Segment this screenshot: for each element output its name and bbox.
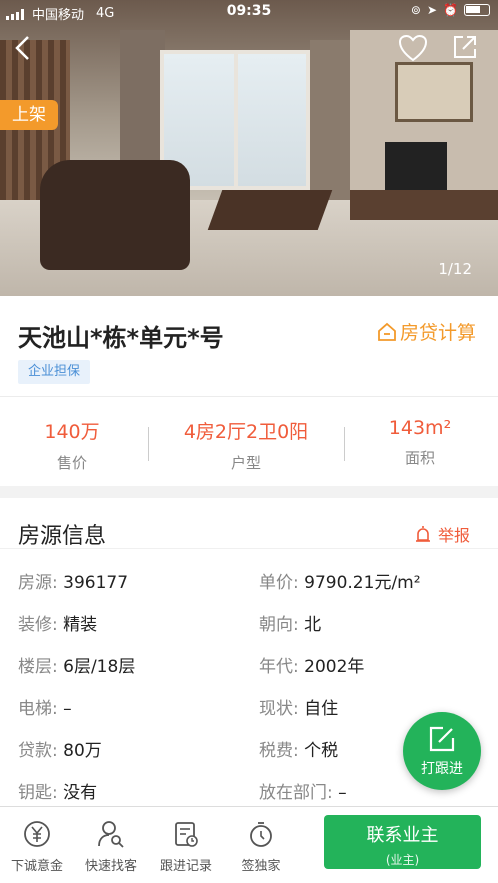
wall-painting [395,62,473,122]
info-key: 钥匙: [18,783,58,803]
info-value: 个税 [304,741,339,761]
title-card: 天池山*栋*单元*号 房贷计算 企业担保 [0,296,498,396]
info-value: 北 [304,615,322,635]
info-row-year: 年代: 2002年 [259,652,364,677]
info-row-orientation: 朝向: 北 [259,610,321,635]
stat-value: 143m² [388,417,452,439]
info-row-key: 钥匙: 没有 [18,778,97,803]
divider [148,427,149,461]
info-row-department: 放在部门: – [259,778,347,803]
info-value: 2002年 [304,657,365,677]
info-key: 房源: [18,573,58,593]
heart-icon[interactable] [398,34,428,62]
sofa [40,160,190,270]
curtain-right [310,40,350,200]
guarantee-badge: 企业担保 [18,360,91,384]
status-bar: 中国移动 4G 09:35 ⊚ ➤ ⏰ [0,0,498,26]
contact-button-label: 联系业主 [366,825,439,846]
info-key: 年代: [259,657,299,677]
nav-label: 跟进记录 [159,859,212,874]
record-icon [175,822,198,847]
tv-cabinet [350,190,498,220]
alarm-bell-icon [415,526,430,542]
person-search-icon [98,821,124,848]
nav-label: 签独家 [241,859,281,874]
info-value: – [338,783,347,803]
info-row-elevator: 电梯: – [18,694,72,719]
stat-label: 户型 [230,454,261,472]
report-link[interactable]: 举报 [413,522,470,546]
location-icon: ➤ [426,3,438,17]
info-key: 楼层: [18,657,58,677]
info-value: – [63,699,72,719]
follow-up-fab[interactable]: 打跟进 [403,712,481,790]
stopwatch-icon [250,822,272,847]
info-row-listing-id: 房源: 396177 [18,568,128,593]
television [385,142,447,192]
nav-find-client[interactable]: 快速找客 [74,819,148,874]
stat-layout: 4房2厅2卫0阳 户型 [160,417,332,473]
photo-counter: 1/12 [438,260,472,278]
info-key: 电梯: [18,699,58,719]
back-icon[interactable] [12,34,34,62]
battery-icon [464,4,490,16]
nav-label: 快速找客 [84,859,137,874]
info-key: 税费: [259,741,299,761]
info-key: 贷款: [18,741,58,761]
info-row-tax: 税费: 个税 [259,736,338,761]
lock-rotation-icon: ⊚ [410,3,421,17]
contact-button-sublabel: (业主) [385,853,420,867]
info-key: 现状: [259,699,299,719]
house-title: 天池山*栋*单元*号 [18,324,224,352]
edit-note-icon [429,726,455,752]
section-title: 房源信息 [18,524,107,549]
nav-deposit[interactable]: 下诚意金 [0,819,74,874]
share-icon[interactable] [452,34,478,60]
nav-follow-records[interactable]: 跟进记录 [149,819,223,874]
info-key: 放在部门: [259,783,333,803]
mortgage-calculator-link[interactable]: 房贷计算 [377,318,476,345]
info-row-floor: 楼层: 6层/18层 [18,652,135,677]
info-row-status: 现状: 自住 [259,694,338,719]
listing-status-tag: 上架 [0,100,58,130]
stat-label: 面积 [404,449,435,467]
info-row-decoration: 装修: 精装 [18,610,97,635]
fab-label: 打跟进 [421,761,463,777]
info-row-unit-price: 单价: 9790.21元/m² [259,568,421,593]
mortgage-calc-label: 房贷计算 [399,322,476,344]
stat-price: 140万 售价 [22,417,122,473]
info-value: 6层/18层 [63,657,136,677]
report-label: 举报 [437,526,470,545]
divider [0,548,498,549]
nav-label: 下诚意金 [10,859,63,874]
info-value: 80万 [63,741,102,761]
info-key: 朝向: [259,615,299,635]
info-value: 自住 [304,699,339,719]
info-key: 装修: [18,615,58,635]
stat-area: 143m² 面积 [368,417,472,468]
stat-label: 售价 [56,454,87,472]
alarm-icon: ⏰ [443,3,458,17]
key-stats: 140万 售价 4房2厅2卫0阳 户型 143m² 面积 [0,396,498,486]
nav-exclusive[interactable]: 签独家 [224,819,298,874]
info-value: 没有 [63,783,98,803]
coffee-table [207,190,333,230]
yen-coin-icon [24,821,50,847]
stat-value: 4房2厅2卫0阳 [183,421,309,443]
info-value: 396177 [63,573,129,593]
bottom-action-bar: 下诚意金 快速找客 跟进记录 签独家 联系业主 (业主) [0,806,498,883]
info-value: 9790.21元/m² [304,573,421,593]
house-icon [378,322,396,341]
divider [344,427,345,461]
info-value: 精装 [63,615,98,635]
stat-value: 140万 [44,421,100,443]
info-key: 单价: [259,573,299,593]
contact-owner-button[interactable]: 联系业主 (业主) [324,815,481,869]
info-row-loan: 贷款: 80万 [18,736,102,761]
